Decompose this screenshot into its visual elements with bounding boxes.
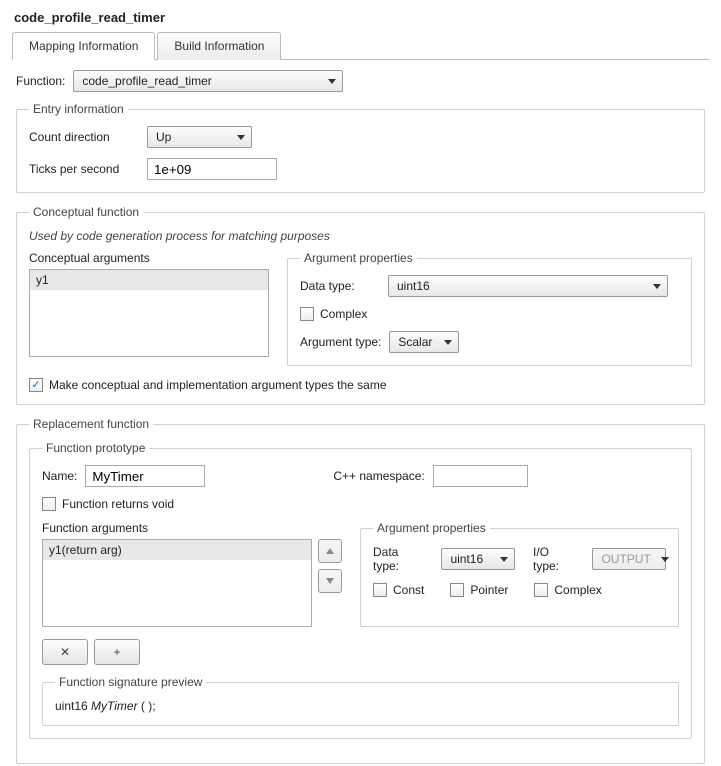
iotype-value: OUTPUT <box>601 552 650 566</box>
conceptual-args-label: Conceptual arguments <box>29 251 269 265</box>
prototype-name-label: Name: <box>42 469 77 483</box>
replacement-complex-checkbox[interactable]: Complex <box>534 583 601 597</box>
chevron-down-icon <box>444 340 452 345</box>
checkbox-box <box>42 497 56 511</box>
function-args-listbox[interactable]: y1(return arg) <box>42 539 312 627</box>
returns-void-label: Function returns void <box>62 497 174 511</box>
function-label: Function: <box>16 74 65 88</box>
remove-arg-button[interactable]: ✕ <box>42 639 88 665</box>
checkbox-box <box>300 307 314 321</box>
conceptual-datatype-label: Data type: <box>300 279 380 293</box>
pointer-checkbox[interactable]: Pointer <box>450 583 508 597</box>
signature-preview-legend: Function signature preview <box>55 675 206 689</box>
conceptual-function-legend: Conceptual function <box>29 205 143 219</box>
entry-information-legend: Entry information <box>29 102 128 116</box>
replacement-datatype-value: uint16 <box>450 552 483 566</box>
arrow-up-icon <box>326 548 334 554</box>
replacement-complex-label: Complex <box>554 583 601 597</box>
chevron-down-icon <box>661 557 669 562</box>
conceptual-function-group: Conceptual function Used by code generat… <box>16 205 705 405</box>
count-direction-label: Count direction <box>29 130 139 144</box>
tab-mapping-information[interactable]: Mapping Information <box>12 32 155 60</box>
tab-strip: Mapping Information Build Information <box>12 31 709 60</box>
list-item[interactable]: y1 <box>30 270 268 290</box>
argument-type-value: Scalar <box>398 335 432 349</box>
conceptual-complex-label: Complex <box>320 307 367 321</box>
function-prototype-legend: Function prototype <box>42 441 149 455</box>
signature-preview-group: Function signature preview uint16 MyTime… <box>42 675 679 726</box>
conceptual-subtitle: Used by code generation process for matc… <box>29 229 692 243</box>
const-checkbox[interactable]: Const <box>373 583 424 597</box>
ticks-per-second-input[interactable] <box>147 158 277 180</box>
tab-build-information[interactable]: Build Information <box>157 32 281 60</box>
entry-information-group: Entry information Count direction Up Tic… <box>16 102 705 193</box>
sig-tail: ( ); <box>138 699 156 713</box>
cpp-namespace-input[interactable] <box>433 465 528 487</box>
sig-return-type: uint16 <box>55 699 91 713</box>
conceptual-arg-properties-legend: Argument properties <box>300 251 417 265</box>
conceptual-args-listbox[interactable]: y1 <box>29 269 269 357</box>
replacement-arg-properties-legend: Argument properties <box>373 521 490 535</box>
arrow-down-icon <box>326 578 334 584</box>
checkbox-box <box>373 583 387 597</box>
argument-type-dropdown[interactable]: Scalar <box>389 331 459 353</box>
sig-function-name: MyTimer <box>91 699 138 713</box>
page-title: code_profile_read_timer <box>12 8 709 31</box>
const-label: Const <box>393 583 424 597</box>
cpp-namespace-label: C++ namespace: <box>333 469 424 483</box>
iotype-dropdown: OUTPUT <box>592 548 666 570</box>
move-down-button[interactable] <box>318 569 342 593</box>
argument-type-label: Argument type: <box>300 335 381 349</box>
function-prototype-group: Function prototype Name: C++ namespace: … <box>29 441 692 739</box>
chevron-down-icon <box>653 284 661 289</box>
list-item[interactable]: y1(return arg) <box>43 540 311 560</box>
count-direction-dropdown[interactable]: Up <box>147 126 252 148</box>
function-dropdown-value: code_profile_read_timer <box>82 74 211 88</box>
same-types-label: Make conceptual and implementation argum… <box>49 378 387 392</box>
checkbox-box <box>450 583 464 597</box>
chevron-down-icon <box>328 79 336 84</box>
replacement-datatype-dropdown[interactable]: uint16 <box>441 548 515 570</box>
function-args-label: Function arguments <box>42 521 342 535</box>
conceptual-datatype-value: uint16 <box>397 279 430 293</box>
chevron-down-icon <box>500 557 508 562</box>
add-arg-button[interactable]: + <box>94 639 140 665</box>
replacement-datatype-label: Data type: <box>373 545 425 573</box>
signature-preview-text: uint16 MyTimer ( ); <box>55 699 666 713</box>
editor-window: code_profile_read_timer Mapping Informat… <box>0 0 721 764</box>
pointer-label: Pointer <box>470 583 508 597</box>
replacement-function-legend: Replacement function <box>29 417 153 431</box>
move-up-button[interactable] <box>318 539 342 563</box>
conceptual-arg-properties-group: Argument properties Data type: uint16 Co… <box>287 251 692 366</box>
count-direction-value: Up <box>156 130 171 144</box>
returns-void-checkbox[interactable]: Function returns void <box>42 497 174 511</box>
iotype-label: I/O type: <box>533 545 576 573</box>
ticks-per-second-label: Ticks per second <box>29 162 139 176</box>
same-types-checkbox[interactable]: Make conceptual and implementation argum… <box>29 378 387 392</box>
checkbox-box <box>29 378 43 392</box>
mapping-tab-content: Function: code_profile_read_timer Entry … <box>12 70 709 764</box>
replacement-arg-properties-group: Argument properties Data type: uint16 I/… <box>360 521 679 627</box>
conceptual-complex-checkbox[interactable]: Complex <box>300 307 367 321</box>
prototype-name-input[interactable] <box>85 465 205 487</box>
chevron-down-icon <box>237 135 245 140</box>
function-dropdown[interactable]: code_profile_read_timer <box>73 70 343 92</box>
checkbox-box <box>534 583 548 597</box>
replacement-function-group: Replacement function Function prototype … <box>16 417 705 764</box>
conceptual-datatype-dropdown[interactable]: uint16 <box>388 275 668 297</box>
